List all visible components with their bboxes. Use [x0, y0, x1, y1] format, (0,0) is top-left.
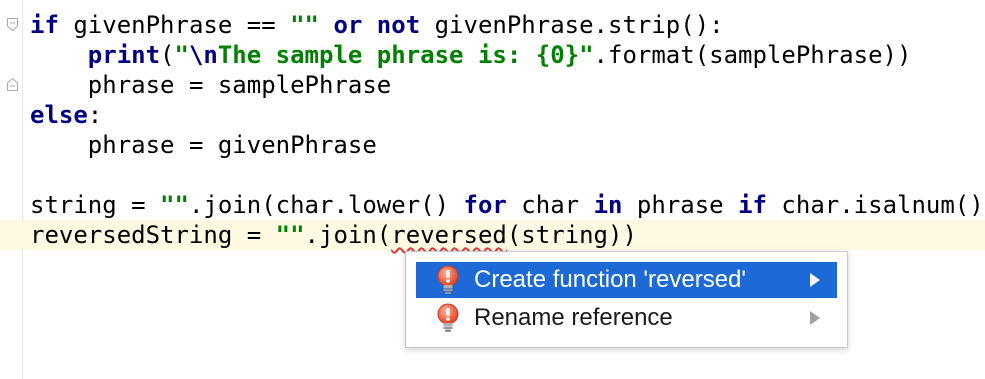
fold-marker-icon[interactable] — [7, 18, 18, 31]
menu-item-create-function[interactable]: Create function 'reversed' — [416, 262, 837, 298]
code-text: ( — [160, 41, 175, 69]
lightbulb-red-icon — [436, 302, 460, 334]
code-string: "" — [160, 191, 189, 219]
code-keyword: if — [30, 11, 59, 39]
submenu-arrow-icon[interactable] — [805, 273, 825, 287]
code-text: .format(samplePhrase)) — [593, 41, 912, 69]
code-string: "" — [275, 221, 305, 249]
code-line[interactable]: phrase = samplePhrase — [30, 70, 985, 100]
menu-item-label: Create function 'reversed' — [474, 266, 746, 293]
code-text: phrase = samplePhrase — [30, 71, 392, 99]
code-line[interactable]: string = "".join(char.lower() for char i… — [30, 190, 985, 220]
code-keyword: or not — [333, 11, 421, 39]
code-line-current[interactable]: reversedString = "".join(reversed(string… — [0, 220, 985, 250]
code-text: reversedString = — [30, 221, 276, 249]
intention-actions-popup: Create function 'reversed' Rename referen… — [405, 251, 848, 348]
code-keyword: for — [463, 191, 507, 219]
code-text: string = — [30, 191, 161, 219]
fold-end-marker-icon[interactable] — [7, 78, 18, 91]
code-keyword: in — [593, 191, 623, 219]
code-text: phrase — [622, 191, 739, 219]
code-text: .join(char.lower() — [188, 191, 464, 219]
code-keyword: print — [87, 41, 161, 69]
code-keyword: else — [30, 101, 88, 129]
code-string: "" — [290, 11, 319, 39]
submenu-arrow-icon[interactable] — [805, 311, 825, 325]
code-line[interactable]: else: — [30, 100, 985, 130]
code-editor[interactable]: if givenPhrase == "" or not givenPhrase.… — [0, 10, 985, 250]
code-text: char.isalnum()) — [766, 191, 985, 219]
code-text: givenPhrase.strip(): — [420, 11, 724, 39]
code-string: The sample phrase is: {0}" — [217, 41, 594, 69]
code-line[interactable]: if givenPhrase == "" or not givenPhrase.… — [30, 10, 985, 40]
code-text: phrase = givenPhrase — [30, 131, 377, 159]
code-string: " — [174, 41, 189, 69]
code-escape: \n — [188, 41, 218, 69]
code-text: char — [506, 191, 594, 219]
code-text: givenPhrase == — [58, 11, 291, 39]
code-line[interactable]: print("\nThe sample phrase is: {0}".form… — [30, 40, 985, 70]
menu-item-rename-reference[interactable]: Rename reference — [416, 300, 837, 336]
unresolved-reference: reversed — [391, 221, 507, 249]
editor-gutter — [0, 0, 23, 379]
code-line[interactable]: phrase = givenPhrase — [30, 130, 985, 160]
code-line[interactable] — [30, 160, 985, 190]
code-text: : — [87, 101, 103, 129]
menu-item-label: Rename reference — [474, 304, 673, 331]
lightbulb-red-icon — [436, 264, 460, 296]
code-keyword: if — [738, 191, 767, 219]
code-text: (string)) — [506, 221, 637, 249]
code-text: .join( — [304, 221, 392, 249]
